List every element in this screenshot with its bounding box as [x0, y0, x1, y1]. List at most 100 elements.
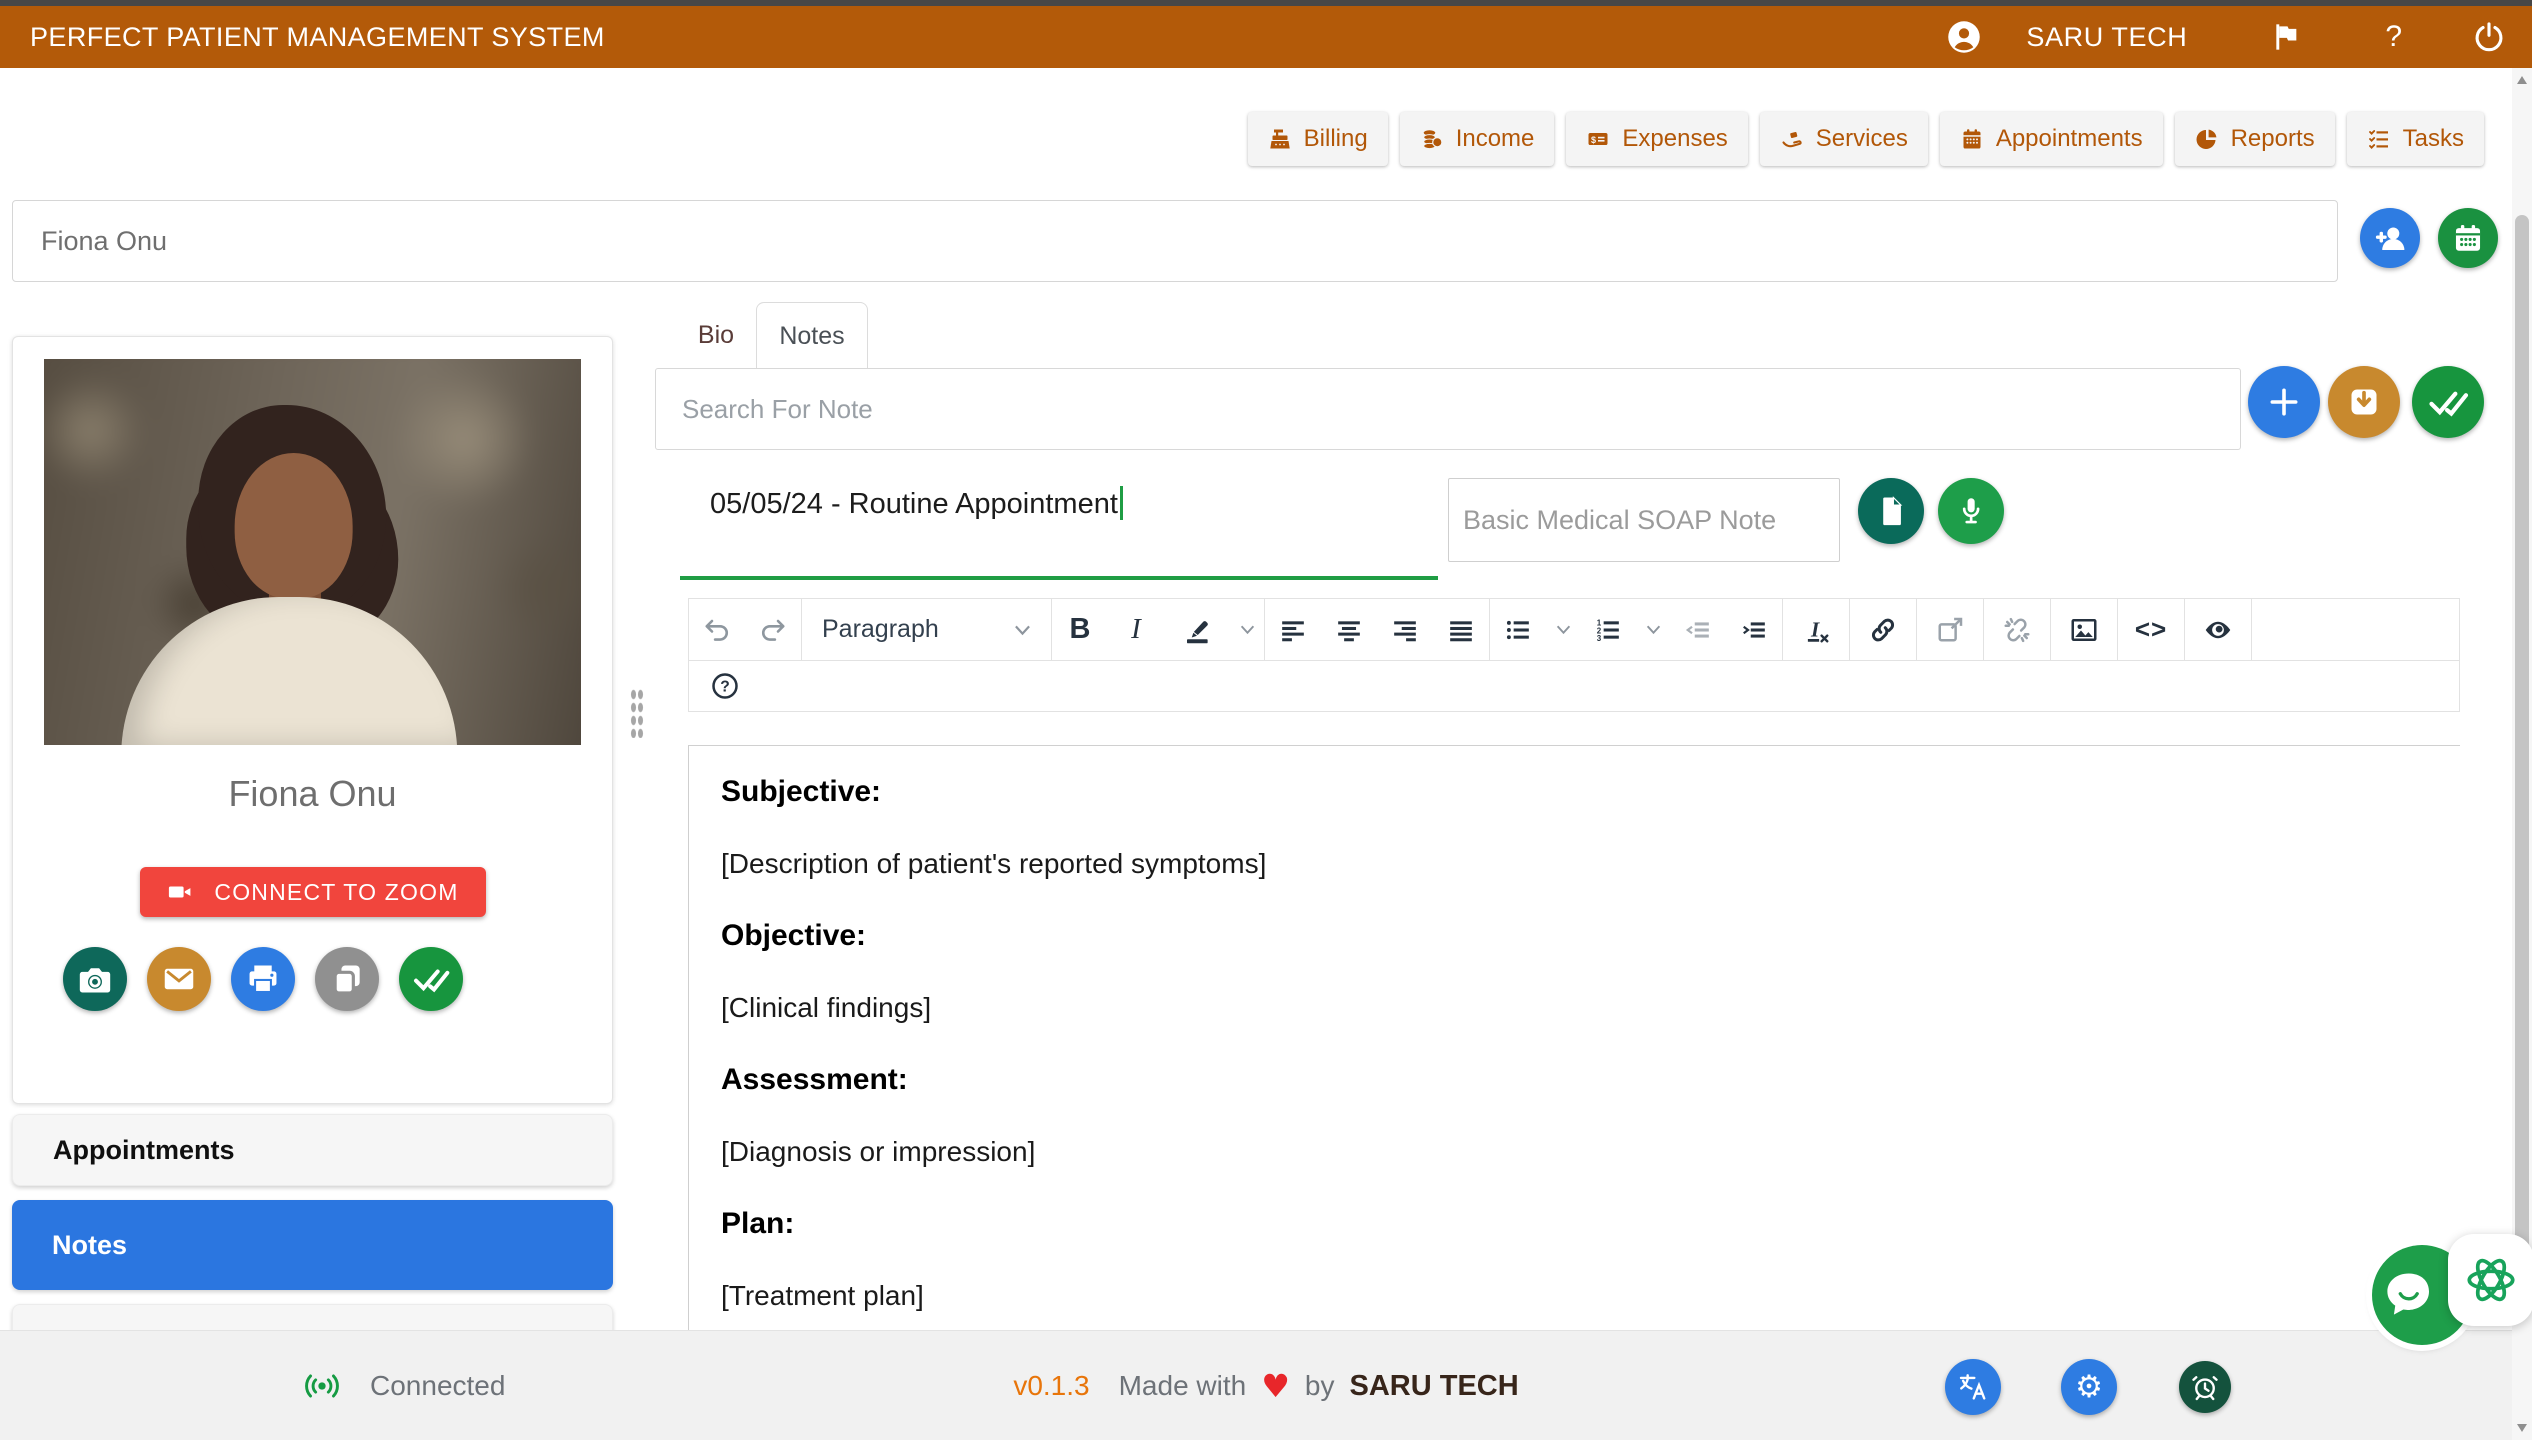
- numbered-list-button[interactable]: 123: [1580, 599, 1636, 660]
- note-title-text: 05/05/24 - Routine Appointment: [710, 488, 1118, 520]
- header-actions: SARU TECH ?: [1946, 6, 2506, 68]
- align-center-button[interactable]: [1321, 599, 1377, 660]
- panel-resize-handle[interactable]: [630, 688, 644, 738]
- bullet-list-menu[interactable]: [1546, 599, 1580, 660]
- outdent-icon: [1684, 617, 1712, 643]
- add-patient-button[interactable]: [2360, 208, 2420, 268]
- chevron-down-icon: [1646, 624, 1661, 635]
- video-camera-icon: [166, 880, 194, 904]
- reminders-button[interactable]: [2179, 1361, 2231, 1413]
- soap-heading-assessment: Assessment:: [721, 1062, 2440, 1097]
- align-justify-button[interactable]: [1433, 599, 1489, 660]
- note-search-input[interactable]: [655, 368, 2241, 450]
- by-label: by: [1305, 1370, 1335, 1402]
- align-left-icon: [1279, 617, 1307, 643]
- text-cursor: [1120, 486, 1123, 520]
- help-icon[interactable]: ?: [2385, 20, 2402, 54]
- module-nav: Billing Income $ Expenses Services: [0, 112, 2486, 166]
- scrollbar-up-arrow[interactable]: [2517, 76, 2527, 84]
- editor-help-button[interactable]: ?: [697, 661, 753, 711]
- insert-link-button[interactable]: [1850, 599, 1916, 660]
- add-note-button[interactable]: [2248, 366, 2320, 438]
- link-icon: [1868, 615, 1898, 645]
- calendar-icon: [2451, 221, 2485, 255]
- nav-income-button[interactable]: Income: [1400, 112, 1555, 166]
- chevron-down-icon: [1556, 624, 1571, 635]
- copy-icon: [328, 960, 366, 998]
- open-link-icon: [1935, 615, 1965, 645]
- sidebar-item-notes[interactable]: Notes: [12, 1200, 613, 1290]
- align-right-icon: [1391, 617, 1419, 643]
- settings-button[interactable]: ⚙: [2061, 1359, 2117, 1415]
- save-note-button[interactable]: [2412, 366, 2484, 438]
- highlight-button[interactable]: [1164, 599, 1230, 660]
- checklist-icon: [2367, 127, 2391, 151]
- redo-button[interactable]: [745, 599, 801, 660]
- apply-template-button[interactable]: [1858, 478, 1924, 544]
- brand-logo-badge[interactable]: [2448, 1234, 2532, 1326]
- copy-button[interactable]: [315, 947, 379, 1011]
- align-left-button[interactable]: [1265, 599, 1321, 660]
- nav-reports-button[interactable]: Reports: [2175, 112, 2335, 166]
- import-note-button[interactable]: [2328, 366, 2400, 438]
- sidebar-appointments-label: Appointments: [53, 1135, 235, 1166]
- translate-button[interactable]: [1945, 1359, 2001, 1415]
- preview-button[interactable]: [2185, 599, 2251, 660]
- account-name[interactable]: SARU TECH: [2026, 22, 2187, 53]
- alarm-clock-icon: [2190, 1372, 2220, 1402]
- account-icon[interactable]: [1946, 19, 1982, 55]
- download-box-icon: [2344, 382, 2384, 422]
- redo-icon: [758, 615, 788, 645]
- undo-icon: [702, 615, 732, 645]
- connect-to-zoom-button[interactable]: CONNECT TO ZOOM: [140, 867, 486, 917]
- indent-button[interactable]: [1726, 599, 1782, 660]
- photo-capture-button[interactable]: [63, 947, 127, 1011]
- app-title: PERFECT PATIENT MANAGEMENT SYSTEM: [30, 22, 605, 53]
- app-version: v0.1.3: [1013, 1370, 1089, 1402]
- source-code-button[interactable]: <>: [2118, 599, 2184, 660]
- schedule-appointment-button[interactable]: [2438, 208, 2498, 268]
- nav-services-button[interactable]: Services: [1760, 112, 1928, 166]
- editor-toolbar: Paragraph B I: [688, 598, 2460, 712]
- align-right-button[interactable]: [1377, 599, 1433, 660]
- nav-label: Appointments: [1996, 125, 2143, 153]
- power-icon[interactable]: [2472, 20, 2506, 54]
- open-link-button[interactable]: [1917, 599, 1983, 660]
- tab-bio[interactable]: Bio: [676, 302, 756, 368]
- money-check-icon: $: [1586, 127, 1610, 151]
- scrollbar-thumb[interactable]: [2515, 215, 2529, 1268]
- nav-expenses-button[interactable]: $ Expenses: [1566, 112, 1747, 166]
- numbered-list-icon: 123: [1594, 617, 1622, 643]
- italic-button[interactable]: I: [1108, 599, 1164, 660]
- paragraph-style-select[interactable]: Paragraph: [802, 599, 1052, 660]
- clear-formatting-button[interactable]: I: [1783, 599, 1849, 660]
- unlink-icon: [2002, 615, 2032, 645]
- tab-notes[interactable]: Notes: [756, 302, 868, 369]
- note-title-field[interactable]: 05/05/24 - Routine Appointment: [710, 486, 1123, 521]
- patient-search-input[interactable]: [12, 200, 2338, 282]
- scrollbar-down-arrow[interactable]: [2517, 1424, 2527, 1432]
- sidebar-item-appointments[interactable]: Appointments: [12, 1114, 613, 1186]
- dictate-note-button[interactable]: [1938, 478, 2004, 544]
- highlight-color-menu[interactable]: [1230, 599, 1264, 660]
- bold-button[interactable]: B: [1052, 599, 1108, 660]
- mark-done-button[interactable]: [399, 947, 463, 1011]
- envelope-icon: [160, 960, 198, 998]
- insert-image-button[interactable]: [2051, 599, 2117, 660]
- undo-button[interactable]: [689, 599, 745, 660]
- bullet-list-button[interactable]: [1490, 599, 1546, 660]
- note-template-input[interactable]: [1448, 478, 1840, 562]
- outdent-button[interactable]: [1670, 599, 1726, 660]
- nav-appointments-button[interactable]: Appointments: [1940, 112, 2163, 166]
- flag-icon[interactable]: [2269, 21, 2301, 53]
- email-button[interactable]: [147, 947, 211, 1011]
- print-button[interactable]: [231, 947, 295, 1011]
- numbered-list-menu[interactable]: [1636, 599, 1670, 660]
- calendar-icon: [1960, 127, 1984, 151]
- made-with-label: Made with: [1119, 1370, 1247, 1402]
- patient-name: Fiona Onu: [13, 773, 612, 815]
- italic-glyph: I: [1131, 613, 1141, 646]
- nav-billing-button[interactable]: Billing: [1248, 112, 1388, 166]
- nav-tasks-button[interactable]: Tasks: [2347, 112, 2484, 166]
- unlink-button[interactable]: [1984, 599, 2050, 660]
